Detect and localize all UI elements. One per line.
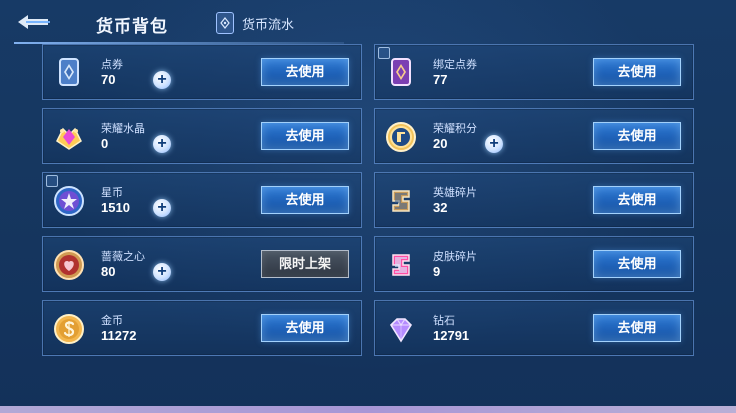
use-button[interactable]: 去使用 xyxy=(593,314,681,342)
limited-time-button[interactable]: 限时上架 xyxy=(261,250,349,278)
currency-card-bound-voucher: 绑定点券 77 去使用 xyxy=(374,44,694,100)
currency-amount: 20 xyxy=(433,136,448,151)
voucher-card-icon xyxy=(51,55,87,91)
use-button[interactable]: 去使用 xyxy=(261,58,349,86)
use-button[interactable]: 去使用 xyxy=(593,186,681,214)
currency-card-crystal: 荣耀水晶 0 + 去使用 xyxy=(42,108,362,164)
gold-coin-icon xyxy=(51,311,87,347)
ledger-icon xyxy=(216,12,234,34)
add-currency-button[interactable]: + xyxy=(153,199,171,217)
back-arrow-icon xyxy=(18,15,50,29)
currency-amount: 77 xyxy=(433,72,448,87)
add-currency-button[interactable]: + xyxy=(485,135,503,153)
currency-flow-label: 货币流水 xyxy=(242,16,295,32)
use-button[interactable]: 去使用 xyxy=(261,314,349,342)
currency-amount: 80 xyxy=(101,264,116,279)
use-button[interactable]: 去使用 xyxy=(593,250,681,278)
currency-name: 皮肤碎片 xyxy=(433,251,477,263)
bound-voucher-card-icon xyxy=(383,55,419,91)
header: 货币背包 货币流水 xyxy=(0,0,736,44)
currency-grid: 点券 70 + 去使用 绑定点券 77 去使用 荣耀水晶 0 + 去使用 荣耀积… xyxy=(42,44,694,360)
currency-amount: 11272 xyxy=(101,328,137,343)
currency-name: 绑定点券 xyxy=(433,59,477,71)
hero-fragment-icon xyxy=(383,183,419,219)
currency-amount: 70 xyxy=(101,72,116,87)
currency-card-star-coin: 星币 1510 + 去使用 xyxy=(42,172,362,228)
star-coin-icon xyxy=(51,183,87,219)
currency-name: 荣耀积分 xyxy=(433,123,477,135)
currency-name: 荣耀水晶 xyxy=(101,123,145,135)
currency-name: 钻石 xyxy=(433,315,455,327)
currency-card-diamond: 钻石 12791 去使用 xyxy=(374,300,694,356)
use-button[interactable]: 去使用 xyxy=(593,122,681,150)
currency-card-skin-fragment: 皮肤碎片 9 去使用 xyxy=(374,236,694,292)
currency-card-hero-fragment: 英雄碎片 32 去使用 xyxy=(374,172,694,228)
page-title: 货币背包 xyxy=(96,17,168,36)
currency-name: 点券 xyxy=(101,59,123,71)
use-button[interactable]: 去使用 xyxy=(593,58,681,86)
currency-card-voucher: 点券 70 + 去使用 xyxy=(42,44,362,100)
currency-name: 金币 xyxy=(101,315,123,327)
currency-card-honor-points: 荣耀积分 20 + 去使用 xyxy=(374,108,694,164)
currency-amount: 12791 xyxy=(433,328,470,343)
currency-card-gold-coin: 金币 11272 去使用 xyxy=(42,300,362,356)
use-button[interactable]: 去使用 xyxy=(261,122,349,150)
diamond-icon xyxy=(383,311,419,347)
crystal-icon xyxy=(51,119,87,155)
rose-heart-coin-icon xyxy=(51,247,87,283)
back-button[interactable] xyxy=(14,10,54,34)
add-currency-button[interactable]: + xyxy=(153,71,171,89)
currency-flow-link[interactable]: 货币流水 xyxy=(216,12,294,34)
currency-amount: 1510 xyxy=(101,200,130,215)
currency-amount: 0 xyxy=(101,136,109,151)
use-button[interactable]: 去使用 xyxy=(261,186,349,214)
currency-amount: 9 xyxy=(433,264,441,279)
currency-name: 星币 xyxy=(101,187,123,199)
currency-name: 英雄碎片 xyxy=(433,187,477,199)
honor-points-badge-icon xyxy=(383,119,419,155)
currency-card-rose-heart: 蔷薇之心 80 + 限时上架 xyxy=(42,236,362,292)
currency-name: 蔷薇之心 xyxy=(101,251,145,263)
add-currency-button[interactable]: + xyxy=(153,135,171,153)
bottom-edge-decoration xyxy=(0,406,736,413)
currency-amount: 32 xyxy=(433,200,448,215)
add-currency-button[interactable]: + xyxy=(153,263,171,281)
skin-fragment-icon xyxy=(383,247,419,283)
